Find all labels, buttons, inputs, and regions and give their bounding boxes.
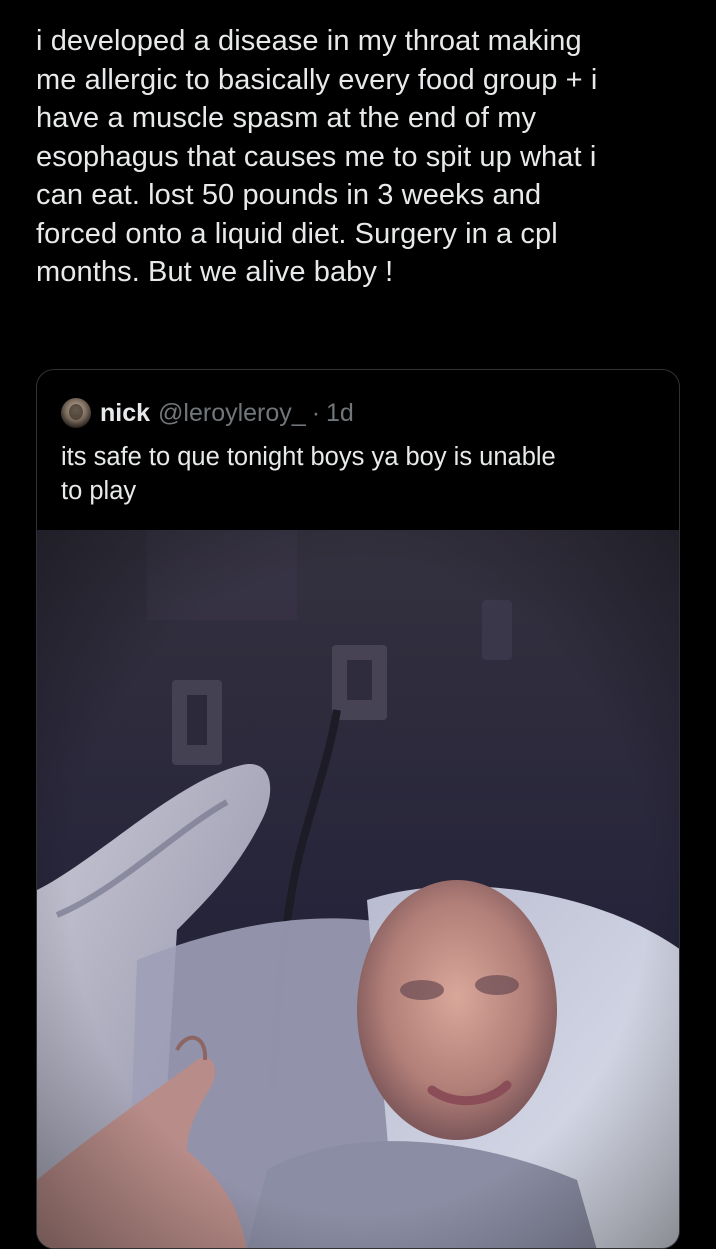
- timestamp[interactable]: 1d: [326, 399, 354, 428]
- quoted-tweet-text: its safe to que tonight boys ya boy is u…: [61, 443, 556, 505]
- author-handle[interactable]: @leroyleroy_: [158, 399, 306, 428]
- separator-dot: ·: [311, 398, 321, 427]
- photo-media-image: [37, 530, 679, 1248]
- user-avatar-icon[interactable]: [61, 398, 91, 428]
- quoted-tweet-header: nick @leroyleroy_ · 1d: [61, 396, 354, 430]
- tweet-text: i developed a disease in my throat makin…: [36, 25, 598, 288]
- quoted-tweet-card[interactable]: nick @leroyleroy_ · 1d its safe to que t…: [36, 369, 680, 1249]
- author-name[interactable]: nick: [100, 399, 150, 428]
- quoted-tweet-photo[interactable]: [37, 530, 679, 1248]
